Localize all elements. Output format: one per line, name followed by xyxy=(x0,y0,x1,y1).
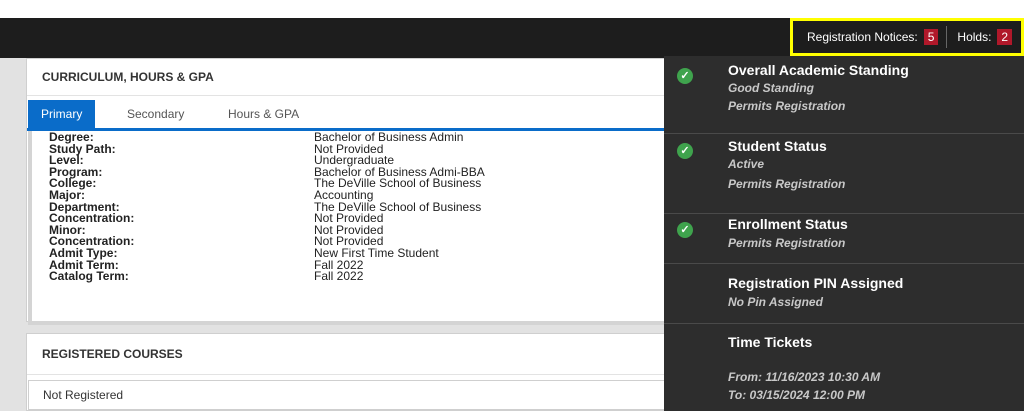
check-icon: ✓ xyxy=(677,143,693,159)
registration-notices-label: Registration Notices: xyxy=(807,30,918,44)
status-item-line: No Pin Assigned xyxy=(728,295,823,309)
status-item-line: Permits Registration xyxy=(728,236,846,250)
registration-status-panel: ✓ Overall Academic Standing Good Standin… xyxy=(664,56,1024,411)
registration-notices-badge: 5 xyxy=(923,29,939,45)
curriculum-title: CURRICULUM, HOURS & GPA xyxy=(27,59,695,96)
detail-row: Catalog Term: Fall 2022 xyxy=(32,269,690,284)
tab-primary[interactable]: Primary xyxy=(28,100,96,128)
detail-value: Fall 2022 xyxy=(314,269,364,284)
curriculum-panel: CURRICULUM, HOURS & GPA Primary Secondar… xyxy=(26,58,696,325)
status-item-line: Active xyxy=(728,157,765,171)
status-item-line: Good Standing xyxy=(728,81,814,95)
status-item-time-tickets: Time Tickets From: 11/16/2023 10:30 AM T… xyxy=(664,324,1024,411)
status-item-academic-standing: ✓ Overall Academic Standing Good Standin… xyxy=(664,56,1024,134)
status-item-title: Student Status xyxy=(728,138,827,154)
curriculum-tabs: Primary Secondary Hours & GPA xyxy=(27,96,695,131)
tab-hours-gpa[interactable]: Hours & GPA xyxy=(215,100,312,128)
holds-link[interactable]: Holds: 2 xyxy=(957,29,1013,45)
status-item-line: Permits Registration xyxy=(728,177,846,191)
detail-label: Catalog Term: xyxy=(49,269,129,284)
status-item-line: From: 11/16/2023 10:30 AM xyxy=(728,370,881,384)
status-item-enrollment-status: ✓ Enrollment Status Permits Registration xyxy=(664,214,1024,264)
divider xyxy=(946,26,948,48)
status-item-registration-pin: Registration PIN Assigned No Pin Assigne… xyxy=(664,264,1024,324)
status-item-title: Overall Academic Standing xyxy=(728,62,909,78)
status-item-title: Time Tickets xyxy=(728,334,813,350)
status-item-title: Registration PIN Assigned xyxy=(728,275,904,291)
holds-label: Holds: xyxy=(957,30,992,44)
registered-courses-panel: REGISTERED COURSES Not Registered xyxy=(26,333,696,411)
holds-badge: 2 xyxy=(997,29,1013,45)
registered-courses-empty: Not Registered xyxy=(28,380,694,410)
registration-notices-link[interactable]: Registration Notices: 5 xyxy=(807,29,939,45)
registered-courses-title: REGISTERED COURSES xyxy=(27,334,695,375)
check-icon: ✓ xyxy=(677,68,693,84)
tab-secondary[interactable]: Secondary xyxy=(114,100,197,128)
status-item-student-status: ✓ Student Status Active Permits Registra… xyxy=(664,134,1024,214)
status-item-line: To: 03/15/2024 12:00 PM xyxy=(728,388,865,402)
status-item-title: Enrollment Status xyxy=(728,216,848,232)
check-icon: ✓ xyxy=(677,222,693,238)
status-item-line: Permits Registration xyxy=(728,99,846,113)
curriculum-details: Degree: Bachelor of Business Admin Study … xyxy=(28,131,694,325)
notices-bar: Registration Notices: 5 Holds: 2 xyxy=(790,18,1024,56)
